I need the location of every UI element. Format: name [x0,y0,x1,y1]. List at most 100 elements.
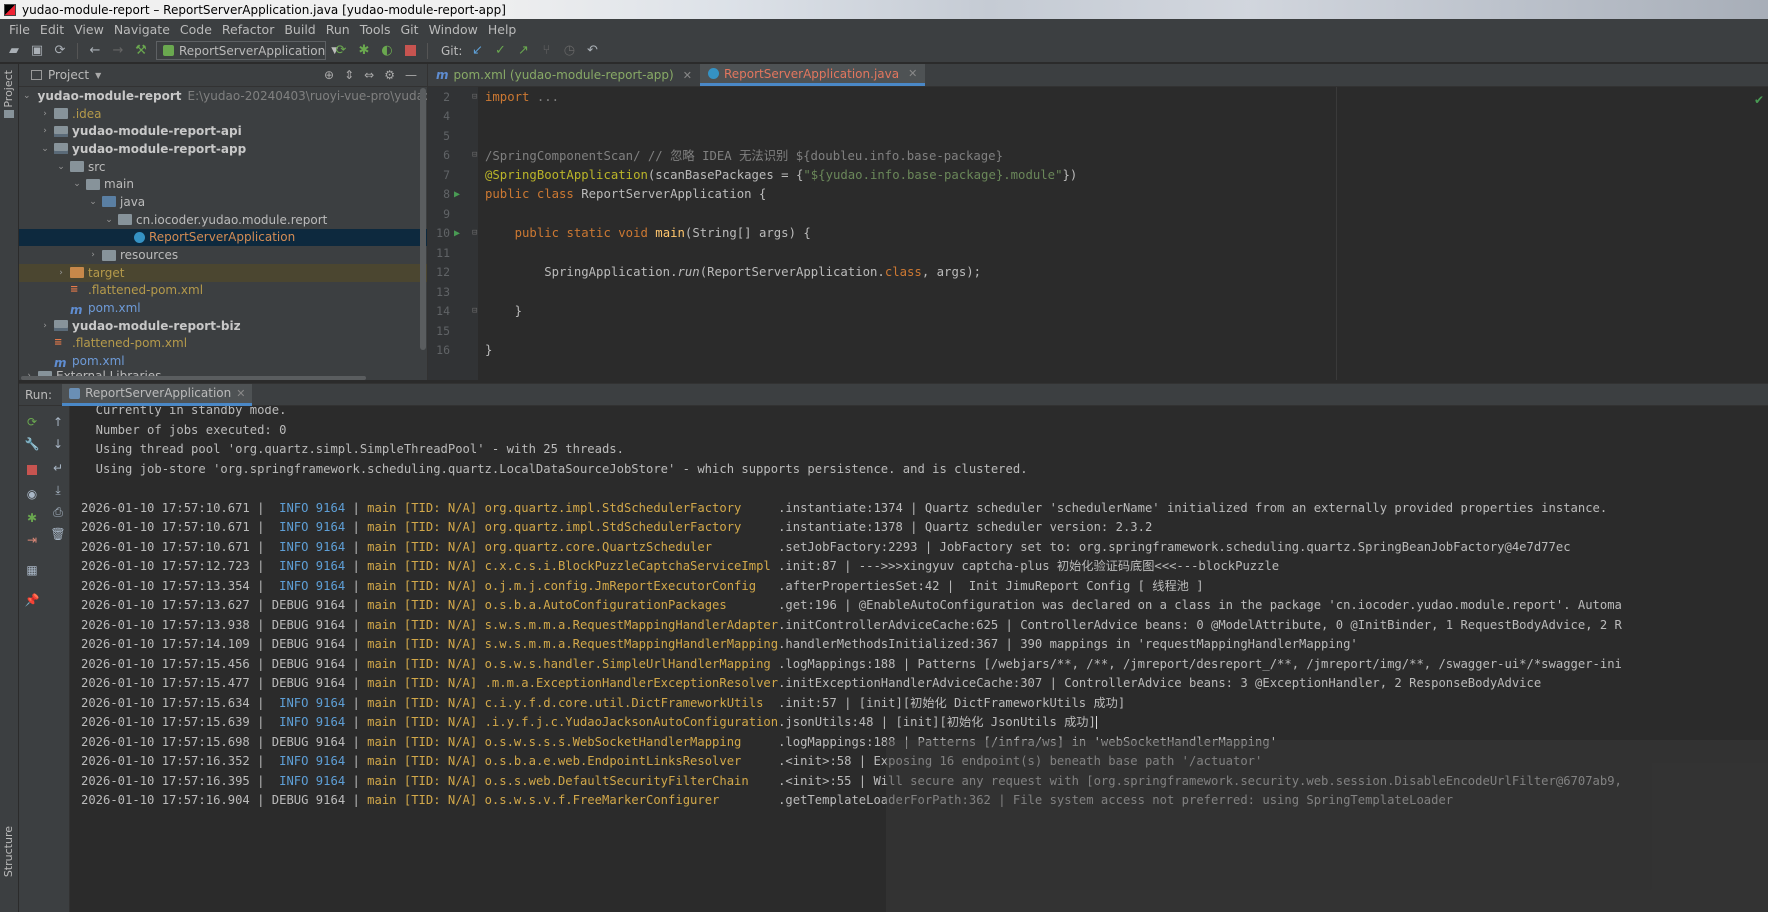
git-rollback-icon[interactable]: ↶ [584,43,600,59]
code-line[interactable]: 12 SpringApplication.run(ReportServerApp… [428,263,1768,283]
git-update-icon[interactable]: ↙ [469,43,485,59]
code-line[interactable]: 16} [428,341,1768,361]
camera-icon[interactable]: ◉ [24,486,40,502]
run-tab-report-server-application[interactable]: ReportServerApplication ✕ [62,383,253,406]
arrow-down-icon[interactable]: ↓ [50,436,66,452]
save-all-icon[interactable]: ▣ [29,43,45,59]
code-line[interactable]: 13 [428,282,1768,302]
fold-marker-icon[interactable]: ⊟ [472,306,477,316]
run-gutter-icon[interactable]: ▶ [454,189,460,200]
tree-node-report-api[interactable]: › yudao-module-report-api [19,122,427,140]
git-branch-icon[interactable]: ⑂ [538,43,554,59]
tree-node-root-module[interactable]: ⌄ yudao-module-report E:\yudao-20240403\… [19,87,427,105]
structure-tool-tab[interactable]: Structure [2,826,15,877]
gear-icon[interactable]: ⚙ [384,68,395,82]
tree-node-target[interactable]: › target [19,263,427,282]
menu-run[interactable]: Run [321,22,355,37]
tab-pom-xml[interactable]: m pom.xml (yudao-module-report-app) ✕ [428,64,700,86]
code-editor[interactable]: ✔ 2 ⊟ import ... 4 5 6 ⊟/SpringComponentScan/ … [428,87,1768,380]
tree-node-flattened-pom-app[interactable]: ≡ .flattened-pom.xml [19,282,427,300]
tree-node-report-app[interactable]: ⌄ yudao-module-report-app [19,140,427,158]
rerun-icon[interactable]: ⟳ [333,43,349,59]
menu-git[interactable]: Git [396,22,424,37]
code-line[interactable]: 15 [428,321,1768,341]
scroll-to-end-icon[interactable]: ⤓ [50,482,66,498]
code-line[interactable]: 6 ⊟ /SpringComponentScan/ // 忽略 IDEA 无法识别 … [428,146,1768,166]
menu-code[interactable]: Code [175,22,217,37]
code-line[interactable]: 10 ▶ ⊟ public static void main(String[] ar… [428,224,1768,244]
code-line[interactable]: 2 ⊟ import ... [428,87,1768,107]
tree-node-report-server-application[interactable]: ReportServerApplication [19,228,427,247]
chevron-down-icon[interactable]: ▼ [95,71,101,80]
collapsed-arrow-icon[interactable]: › [55,268,67,278]
vertical-scrollbar[interactable] [420,88,426,350]
stop-icon[interactable] [24,462,40,478]
tree-node-flattened-pom-root[interactable]: ≡ .flattened-pom.xml [19,335,427,353]
tab-report-server-application[interactable]: ReportServerApplication.java ✕ [699,64,926,86]
horizontal-scrollbar[interactable] [21,376,366,380]
menu-refactor[interactable]: Refactor [217,22,279,37]
print-icon[interactable]: ⎙ [50,504,66,520]
expanded-arrow-icon[interactable]: ⌄ [87,197,99,207]
sync-icon[interactable]: ⟳ [52,43,68,59]
collapsed-arrow-icon[interactable]: › [39,126,51,136]
code-line[interactable]: 5 [428,126,1768,146]
close-icon[interactable]: ✕ [236,387,245,400]
menu-edit[interactable]: Edit [35,22,69,37]
expanded-arrow-icon[interactable]: ⌄ [103,215,115,225]
rerun-icon[interactable]: ⟳ [24,414,40,430]
debug-bug-icon[interactable]: ✱ [356,43,372,59]
fold-marker-icon[interactable]: ⊟ [472,92,477,102]
collapse-all-icon[interactable]: ⇔ [364,68,374,82]
menu-help[interactable]: Help [483,22,522,37]
wrench-icon[interactable]: 🔧 [24,436,40,452]
close-icon[interactable]: ✕ [908,67,917,80]
tree-node-pom-app[interactable]: m pom.xml [19,299,427,317]
trash-icon[interactable]: 🗑 [50,526,66,542]
menu-view[interactable]: View [69,22,109,37]
code-line[interactable]: 8 ▶ public class ReportServerApplication { [428,185,1768,205]
tree-node-report-biz[interactable]: › yudao-module-report-biz [19,317,427,335]
code-line[interactable]: 7 @SpringBootApplication(scanBasePackages… [428,165,1768,185]
coverage-icon[interactable]: ◐ [379,43,395,59]
git-commit-icon[interactable]: ✓ [492,43,508,59]
expand-all-icon[interactable]: ⇕ [344,68,354,82]
expanded-arrow-icon[interactable]: ⌄ [55,162,67,172]
code-line[interactable]: 9 [428,204,1768,224]
tree-node-package[interactable]: ⌄ cn.iocoder.yudao.module.report [19,211,427,229]
tree-node-resources[interactable]: › resources [19,246,427,264]
menu-tools[interactable]: Tools [355,22,396,37]
project-tool-tab[interactable]: Project [2,70,15,108]
run-gutter-icon[interactable]: ▶ [454,228,460,239]
locate-file-icon[interactable]: ⊕ [324,68,334,82]
close-icon[interactable]: ✕ [683,69,692,82]
run-configuration-selector[interactable]: ReportServerApplication ▼ [156,41,338,60]
tree-node-main[interactable]: ⌄ main [19,175,427,193]
build-hammer-icon[interactable]: ⚒ [133,43,149,59]
pin-icon[interactable]: 📌 [24,592,40,608]
fold-marker-icon[interactable]: ⊟ [472,228,477,238]
collapsed-arrow-icon[interactable]: › [87,250,99,260]
exit-icon[interactable]: ⇥ [24,532,40,548]
collapsed-arrow-icon[interactable]: › [39,109,51,119]
git-push-icon[interactable]: ↗ [515,43,531,59]
collapsed-arrow-icon[interactable]: › [39,321,51,331]
open-folder-icon[interactable]: ▰ [6,43,22,59]
arrow-up-icon[interactable]: ↑ [50,414,66,430]
forward-arrow-icon[interactable]: → [110,43,126,59]
run-console[interactable]: Currently in standby mode. Number of job… [71,406,1768,912]
tree-node-pom-root[interactable]: m pom.xml [19,352,427,370]
menu-window[interactable]: Window [424,22,483,37]
tree-node-java[interactable]: ⌄ java [19,193,427,211]
back-arrow-icon[interactable]: ← [87,43,103,59]
code-line[interactable]: 14 ⊟ } [428,302,1768,322]
expanded-arrow-icon[interactable]: ⌄ [39,144,51,154]
layout-icon[interactable]: ▦ [24,562,40,578]
expanded-arrow-icon[interactable]: ⌄ [71,179,83,189]
git-history-icon[interactable]: ◷ [561,43,577,59]
tree-node-idea[interactable]: › .idea [19,105,427,123]
menu-build[interactable]: Build [279,22,320,37]
menu-file[interactable]: File [4,22,35,37]
project-panel-title[interactable]: Project [48,68,89,82]
code-line[interactable]: 4 [428,107,1768,127]
